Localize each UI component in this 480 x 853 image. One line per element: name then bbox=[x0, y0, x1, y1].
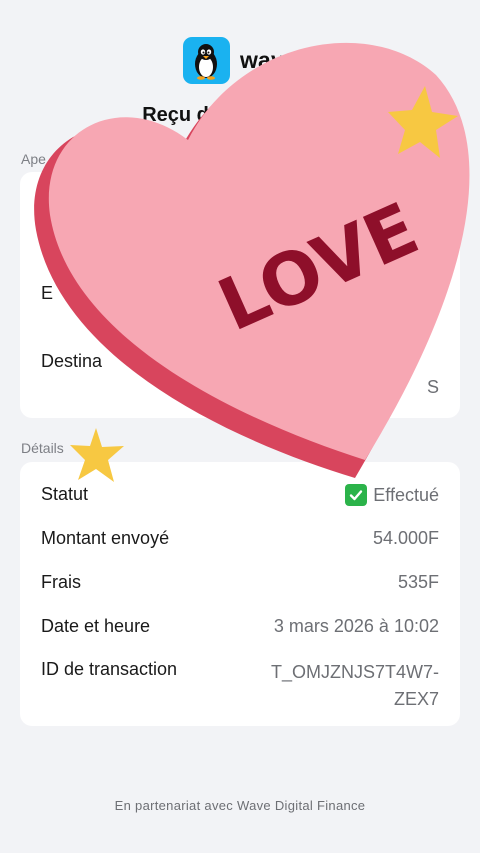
statut-row: Statut Effectué bbox=[41, 484, 439, 506]
page-title: Reçu de Transaction bbox=[142, 104, 338, 126]
statut-text: Effectué bbox=[373, 484, 439, 505]
frais-key: Frais bbox=[41, 572, 81, 592]
montant-row: Montant envoyé 54.000F bbox=[41, 528, 439, 549]
footer-partner-text: En partenariat avec Wave Digital Finance bbox=[114, 798, 366, 813]
section-label-details: Détails bbox=[21, 440, 64, 456]
brand-header: wave bbox=[0, 37, 480, 84]
details-card: Statut Effectué Montant envoyé 54.000F F… bbox=[20, 462, 460, 726]
statut-value: Effectué bbox=[345, 484, 439, 506]
transaction-id-key: ID de transaction bbox=[41, 659, 178, 679]
row-value: S bbox=[426, 377, 439, 397]
brand-name: wave bbox=[239, 47, 298, 73]
destination-value-row: S bbox=[41, 377, 439, 398]
row-key: Destina bbox=[41, 351, 103, 371]
penguin-logo-icon bbox=[182, 37, 230, 84]
date-value: 3 mars 2026 à 10:02 bbox=[273, 616, 439, 636]
frais-row: Frais 535F bbox=[41, 572, 439, 593]
montant-key: Montant envoyé bbox=[41, 528, 170, 548]
frais-value: 535F bbox=[397, 572, 439, 592]
sender-row: E bbox=[41, 283, 439, 304]
transaction-id-value[interactable]: T_OMJZNJS7T4W7- ZEX7 bbox=[271, 659, 439, 713]
check-icon bbox=[345, 484, 368, 506]
row-key: E bbox=[41, 283, 54, 303]
sender-card: E Destina S bbox=[20, 172, 460, 418]
destination-row: Destina bbox=[41, 351, 439, 372]
date-key: Date et heure bbox=[41, 616, 151, 636]
date-row: Date et heure 3 mars 2026 à 10:02 bbox=[41, 616, 439, 637]
transaction-id-row: ID de transaction T_OMJZNJS7T4W7- ZEX7 bbox=[41, 659, 439, 713]
section-label-apercu: Ape bbox=[21, 151, 46, 167]
statut-key: Statut bbox=[41, 484, 89, 504]
montant-value: 54.000F bbox=[372, 528, 439, 548]
